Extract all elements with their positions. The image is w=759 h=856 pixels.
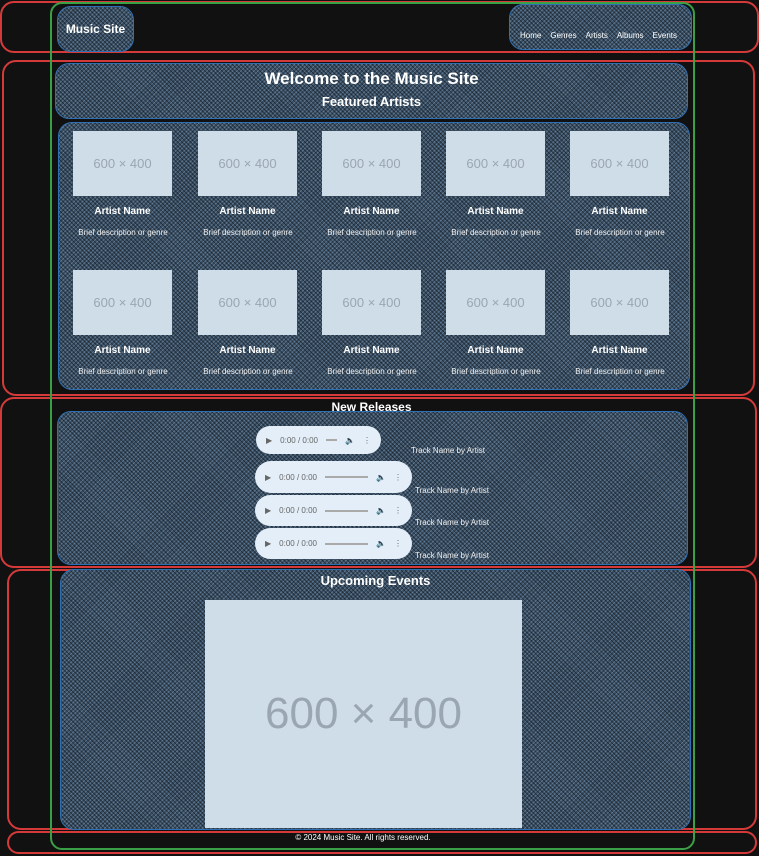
more-options-icon[interactable]: ⋮ <box>363 436 371 445</box>
artist-desc: Brief description or genre <box>203 367 293 376</box>
nav-home[interactable]: Home <box>520 31 541 40</box>
audio-time: 0:00 / 0:00 <box>279 506 317 515</box>
artist-name[interactable]: Artist Name <box>570 206 669 217</box>
nav-events[interactable]: Events <box>653 31 677 40</box>
artist-image: 600 × 400 <box>73 131 172 196</box>
nav-artists[interactable]: Artists <box>586 31 608 40</box>
audio-seek-slider[interactable] <box>325 439 338 441</box>
audio-seek-slider[interactable] <box>324 476 369 478</box>
play-icon[interactable]: ▶ <box>265 473 271 482</box>
logo-text: Music Site <box>65 22 126 36</box>
audio-player[interactable]: ▶ 0:00 / 0:00 🔈 ⋮ <box>255 461 412 493</box>
nav-albums[interactable]: Albums <box>617 31 644 40</box>
event-image: 600 × 400 <box>205 600 522 828</box>
artist-desc: Brief description or genre <box>575 228 665 237</box>
track-label: Track Name by Artist <box>415 486 489 495</box>
artist-name[interactable]: Artist Name <box>73 206 172 217</box>
audio-time: 0:00 / 0:00 <box>279 539 317 548</box>
artist-image: 600 × 400 <box>446 270 545 335</box>
track-label: Track Name by Artist <box>411 446 485 455</box>
audio-time: 0:00 / 0:00 <box>280 435 318 445</box>
artist-name[interactable]: Artist Name <box>322 206 421 217</box>
more-options-icon[interactable]: ⋮ <box>394 473 402 482</box>
artist-desc: Brief description or genre <box>451 367 541 376</box>
audio-player[interactable]: ▶ 0:00 / 0:00 🔈 ⋮ <box>256 426 381 454</box>
artist-desc: Brief description or genre <box>451 228 541 237</box>
artist-image: 600 × 400 <box>322 131 421 196</box>
artist-name[interactable]: Artist Name <box>322 345 421 356</box>
more-options-icon[interactable]: ⋮ <box>394 539 402 548</box>
artist-name[interactable]: Artist Name <box>570 345 669 356</box>
artist-image: 600 × 400 <box>198 131 297 196</box>
play-icon[interactable]: ▶ <box>265 539 271 548</box>
artist-desc: Brief description or genre <box>78 367 168 376</box>
track-label: Track Name by Artist <box>415 518 489 527</box>
artist-image: 600 × 400 <box>570 131 669 196</box>
artist-desc: Brief description or genre <box>203 228 293 237</box>
artist-image: 600 × 400 <box>322 270 421 335</box>
artist-image: 600 × 400 <box>73 270 172 335</box>
volume-icon[interactable]: 🔈 <box>345 436 355 445</box>
more-options-icon[interactable]: ⋮ <box>394 506 402 515</box>
artist-desc: Brief description or genre <box>327 367 417 376</box>
events-title: Upcoming Events <box>320 573 431 588</box>
hero-title: Welcome to the Music Site <box>264 69 479 88</box>
artist-desc: Brief description or genre <box>575 367 665 376</box>
track-label: Track Name by Artist <box>415 551 489 560</box>
artist-desc: Brief description or genre <box>78 228 168 237</box>
artist-name[interactable]: Artist Name <box>198 206 297 217</box>
artist-name[interactable]: Artist Name <box>446 345 545 356</box>
audio-player[interactable]: ▶ 0:00 / 0:00 🔈 ⋮ <box>255 528 412 559</box>
footer-text: © 2024 Music Site. All rights reserved. <box>295 833 431 842</box>
artist-desc: Brief description or genre <box>327 228 417 237</box>
play-icon[interactable]: ▶ <box>266 436 272 445</box>
audio-player[interactable]: ▶ 0:00 / 0:00 🔈 ⋮ <box>255 495 412 526</box>
artist-name[interactable]: Artist Name <box>198 345 297 356</box>
volume-icon[interactable]: 🔈 <box>376 506 386 515</box>
hero: Welcome to the Music Site Featured Artis… <box>55 63 688 119</box>
artist-image: 600 × 400 <box>446 131 545 196</box>
artist-name[interactable]: Artist Name <box>446 206 545 217</box>
volume-icon[interactable]: 🔈 <box>376 473 386 482</box>
artist-name[interactable]: Artist Name <box>73 345 172 356</box>
featured-title: Featured Artists <box>321 94 422 109</box>
audio-seek-slider[interactable] <box>324 509 369 512</box>
artist-image: 600 × 400 <box>198 270 297 335</box>
main-nav: Home Genres Artists Albums Events <box>509 4 692 50</box>
volume-icon[interactable]: 🔈 <box>376 539 386 548</box>
artist-image: 600 × 400 <box>570 270 669 335</box>
logo[interactable]: Music Site <box>57 6 134 52</box>
audio-time: 0:00 / 0:00 <box>279 472 317 482</box>
nav-genres[interactable]: Genres <box>550 31 576 40</box>
play-icon[interactable]: ▶ <box>265 506 271 515</box>
audio-seek-slider[interactable] <box>324 542 369 545</box>
